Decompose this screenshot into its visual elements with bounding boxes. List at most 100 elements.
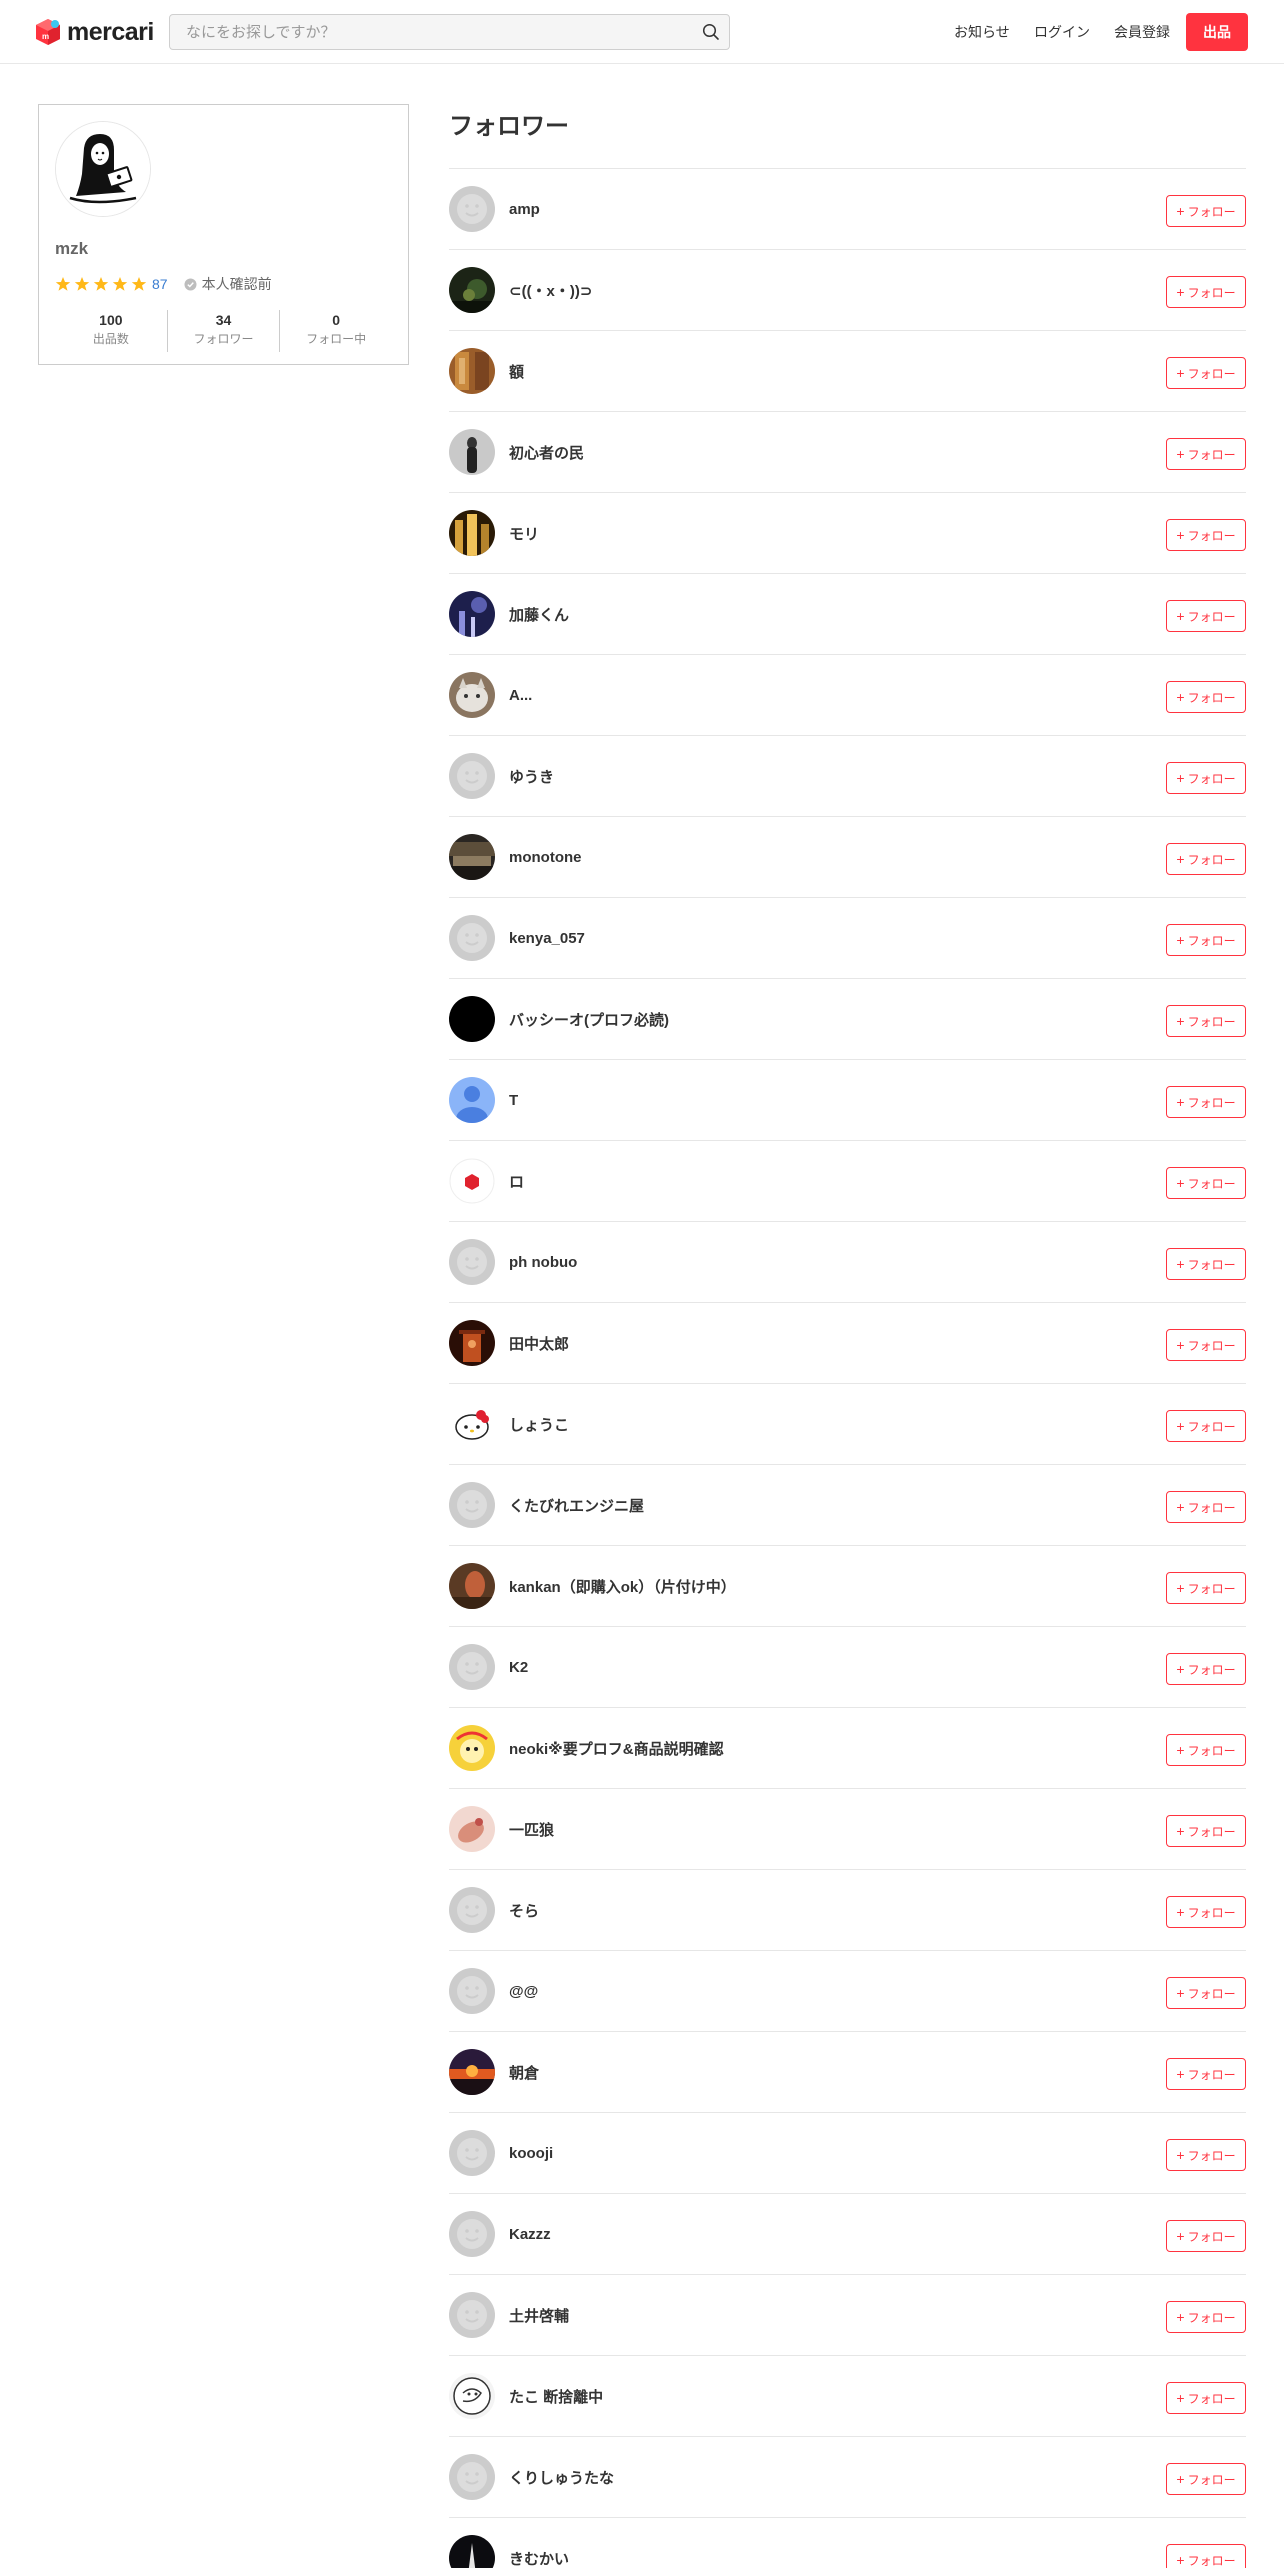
- follower-row[interactable]: 初心者の民 + フォロー: [449, 412, 1246, 493]
- follow-button[interactable]: + フォロー: [1166, 2463, 1246, 2495]
- follower-name[interactable]: 初心者の民: [509, 442, 584, 463]
- follower-avatar[interactable]: [449, 1158, 495, 1204]
- follower-avatar[interactable]: [449, 348, 495, 394]
- follower-row[interactable]: koooji + フォロー: [449, 2113, 1246, 2194]
- follower-avatar[interactable]: [449, 2130, 495, 2176]
- follow-button[interactable]: + フォロー: [1166, 1896, 1246, 1928]
- follow-button[interactable]: + フォロー: [1166, 276, 1246, 308]
- follower-name[interactable]: モリ: [509, 523, 539, 544]
- follower-row[interactable]: 田中太郎 + フォロー: [449, 1303, 1246, 1384]
- follow-button[interactable]: + フォロー: [1166, 2544, 1246, 2568]
- follower-avatar[interactable]: [449, 1320, 495, 1366]
- follower-row[interactable]: Kazzz + フォロー: [449, 2194, 1246, 2275]
- follower-name[interactable]: きむかい: [509, 2548, 569, 2568]
- mercari-logo[interactable]: m mercari: [34, 16, 154, 48]
- follower-name[interactable]: T: [509, 1092, 518, 1109]
- follower-avatar[interactable]: [449, 267, 495, 313]
- follower-name[interactable]: くたびれエンジニ屋: [509, 1495, 644, 1516]
- follower-avatar[interactable]: [449, 915, 495, 961]
- follower-name[interactable]: 朝倉: [509, 2062, 539, 2083]
- search-icon[interactable]: [702, 23, 720, 41]
- follower-name[interactable]: kankan（即購入ok）（片付け中）: [509, 1576, 736, 1597]
- follower-row[interactable]: 一匹狼 + フォロー: [449, 1789, 1246, 1870]
- follower-avatar[interactable]: [449, 1806, 495, 1852]
- follow-button[interactable]: + フォロー: [1166, 357, 1246, 389]
- follower-name[interactable]: K2: [509, 1659, 528, 1676]
- follower-row[interactable]: しょうこ + フォロー: [449, 1384, 1246, 1465]
- follower-name[interactable]: amp: [509, 201, 540, 218]
- follower-avatar[interactable]: [449, 1563, 495, 1609]
- follower-row[interactable]: ロ + フォロー: [449, 1141, 1246, 1222]
- stat-listings[interactable]: 100 出品数: [55, 310, 168, 352]
- follower-row[interactable]: neoki※要プロフ&商品説明確認 + フォロー: [449, 1708, 1246, 1789]
- follower-name[interactable]: ph nobuo: [509, 1254, 577, 1271]
- follower-name[interactable]: たこ 断捨離中: [509, 2386, 603, 2407]
- follower-avatar[interactable]: [449, 672, 495, 718]
- follower-row[interactable]: バッシーオ(プロフ必読) + フォロー: [449, 979, 1246, 1060]
- follower-avatar[interactable]: [449, 1887, 495, 1933]
- follower-avatar[interactable]: [449, 2535, 495, 2568]
- follower-row[interactable]: きむかい + フォロー: [449, 2518, 1246, 2568]
- follower-name[interactable]: koooji: [509, 2145, 553, 2162]
- follower-row[interactable]: モリ + フォロー: [449, 493, 1246, 574]
- follow-button[interactable]: + フォロー: [1166, 2301, 1246, 2333]
- follower-avatar[interactable]: [449, 2292, 495, 2338]
- follower-avatar[interactable]: [449, 1077, 495, 1123]
- follow-button[interactable]: + フォロー: [1166, 843, 1246, 875]
- follower-avatar[interactable]: [449, 591, 495, 637]
- follow-button[interactable]: + フォロー: [1166, 1815, 1246, 1847]
- follower-avatar[interactable]: [449, 429, 495, 475]
- follow-button[interactable]: + フォロー: [1166, 1572, 1246, 1604]
- follower-avatar[interactable]: [449, 834, 495, 880]
- follow-button[interactable]: + フォロー: [1166, 2220, 1246, 2252]
- follow-button[interactable]: + フォロー: [1166, 762, 1246, 794]
- follower-row[interactable]: @@ + フォロー: [449, 1951, 1246, 2032]
- nav-notifications-link[interactable]: お知らせ: [954, 22, 1010, 42]
- follower-name[interactable]: ゆうき: [509, 766, 554, 787]
- follow-button[interactable]: + フォロー: [1166, 1977, 1246, 2009]
- follower-avatar[interactable]: [449, 186, 495, 232]
- follower-name[interactable]: A...: [509, 687, 532, 704]
- follow-button[interactable]: + フォロー: [1166, 195, 1246, 227]
- follower-row[interactable]: kankan（即購入ok）（片付け中） + フォロー: [449, 1546, 1246, 1627]
- follower-avatar[interactable]: [449, 1401, 495, 1447]
- follower-row[interactable]: 加藤くん + フォロー: [449, 574, 1246, 655]
- follow-button[interactable]: + フォロー: [1166, 2382, 1246, 2414]
- follower-avatar[interactable]: [449, 996, 495, 1042]
- follower-row[interactable]: ゆうき + フォロー: [449, 736, 1246, 817]
- follower-name[interactable]: そら: [509, 1900, 539, 1921]
- follow-button[interactable]: + フォロー: [1166, 438, 1246, 470]
- follow-button[interactable]: + フォロー: [1166, 1086, 1246, 1118]
- follow-button[interactable]: + フォロー: [1166, 1491, 1246, 1523]
- follower-avatar[interactable]: [449, 2211, 495, 2257]
- follower-name[interactable]: しょうこ: [509, 1414, 569, 1435]
- follower-row[interactable]: くたびれエンジニ屋 + フォロー: [449, 1465, 1246, 1546]
- follower-name[interactable]: ⊂((・x・))⊃: [509, 280, 592, 301]
- nav-login-link[interactable]: ログイン: [1034, 22, 1090, 42]
- follower-avatar[interactable]: [449, 1482, 495, 1528]
- follower-row[interactable]: 額 + フォロー: [449, 331, 1246, 412]
- follower-row[interactable]: たこ 断捨離中 + フォロー: [449, 2356, 1246, 2437]
- follower-avatar[interactable]: [449, 2049, 495, 2095]
- follower-name[interactable]: くりしゅうたな: [509, 2467, 614, 2488]
- follower-avatar[interactable]: [449, 1239, 495, 1285]
- follower-row[interactable]: amp + フォロー: [449, 169, 1246, 250]
- follower-name[interactable]: 一匹狼: [509, 1819, 554, 1840]
- follower-row[interactable]: A... + フォロー: [449, 655, 1246, 736]
- follower-name[interactable]: 加藤くん: [509, 604, 569, 625]
- follow-button[interactable]: + フォロー: [1166, 1329, 1246, 1361]
- follow-button[interactable]: + フォロー: [1166, 600, 1246, 632]
- follower-name[interactable]: 田中太郎: [509, 1333, 569, 1354]
- follower-name[interactable]: 額: [509, 361, 524, 382]
- follow-button[interactable]: + フォロー: [1166, 2058, 1246, 2090]
- search-bar[interactable]: [169, 14, 730, 50]
- follower-name[interactable]: kenya_057: [509, 930, 585, 947]
- follow-button[interactable]: + フォロー: [1166, 1734, 1246, 1766]
- follow-button[interactable]: + フォロー: [1166, 681, 1246, 713]
- follower-name[interactable]: 土井啓輔: [509, 2305, 569, 2326]
- profile-rating[interactable]: 87 本人確認前: [55, 274, 272, 294]
- follower-row[interactable]: T + フォロー: [449, 1060, 1246, 1141]
- follower-name[interactable]: バッシーオ(プロフ必読): [509, 1009, 669, 1030]
- follower-row[interactable]: ⊂((・x・))⊃ + フォロー: [449, 250, 1246, 331]
- follower-row[interactable]: そら + フォロー: [449, 1870, 1246, 1951]
